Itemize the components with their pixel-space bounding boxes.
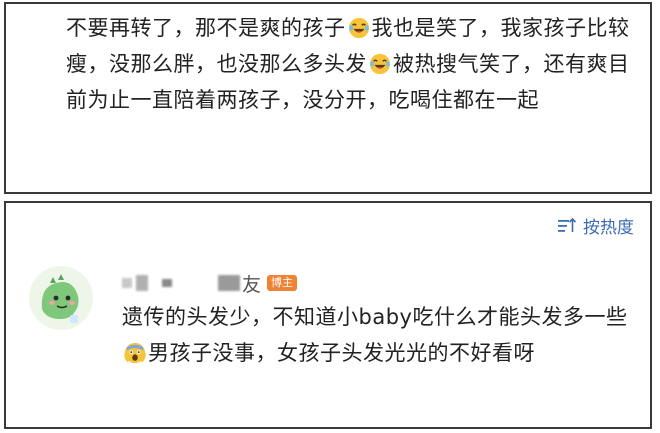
blurred-username-part (218, 275, 240, 291)
user-avatar[interactable] (28, 265, 94, 331)
post-text-part-1: 不要再转了，那不是爽的孩子 (66, 16, 346, 40)
sort-label: 按热度 (583, 218, 634, 238)
laughing-tears-icon (348, 17, 369, 39)
sort-lines-icon (558, 217, 577, 232)
post-text: 不要再转了，那不是爽的孩子 我也是笑了，我家孩子比较瘦，没那么胖，也没那么多头发… (66, 10, 636, 118)
fearful-face-icon (124, 342, 146, 364)
username-suffix[interactable]: 友 (242, 270, 261, 297)
author-badge: 博主 (267, 275, 298, 291)
blurred-username-part (162, 279, 172, 287)
comment-text-part-2: 男孩子没事，女孩子头发光光的不好看呀 (148, 341, 535, 365)
laughing-tears-icon (369, 53, 391, 75)
blurred-username-part (122, 278, 132, 288)
comments-panel: 按热度 友 博主 遗传的头发少，不知道小baby吃什么才能头发多一些 男孩子没事… (4, 201, 652, 429)
comment-text-part-1: 遗传的头发少，不知道小baby吃什么才能头发多一些 (122, 305, 628, 329)
comment-user-row: 友 博主 (122, 270, 298, 297)
sort-by-heat-button[interactable]: 按热度 (557, 213, 634, 238)
blurred-username-part (136, 275, 148, 291)
post-panel: 不要再转了，那不是爽的孩子 我也是笑了，我家孩子比较瘦，没那么胖，也没那么多头发… (4, 2, 652, 194)
comment-text: 遗传的头发少，不知道小baby吃什么才能头发多一些 男孩子没事，女孩子头发光光的… (122, 299, 642, 371)
